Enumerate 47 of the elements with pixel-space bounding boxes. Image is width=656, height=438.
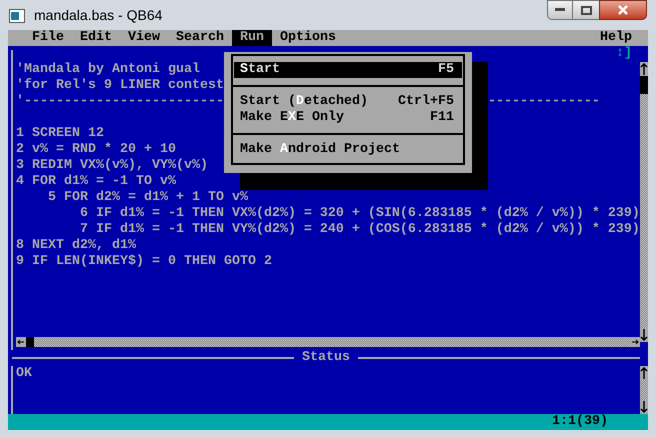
app-icon [9,9,25,23]
scroll-thumb[interactable] [26,337,34,347]
vertical-scrollbar[interactable] [640,366,648,414]
minimize-icon [555,8,565,12]
scroll-thumb[interactable] [640,76,648,94]
minimize-button[interactable] [547,0,573,20]
menu-option[interactable]: Make EXE Only F11 [234,110,462,126]
window-title: mandala.bas - QB64 [34,6,162,24]
close-button[interactable] [599,0,647,20]
menu-option[interactable]: Make Android Project [234,142,462,158]
code-line: 7 IF d1% = -1 THEN VY%(d2%) = 240 + (COS(6.283185 * (d2% / v%)) * 239) [78,222,640,238]
close-icon [617,5,629,15]
maximize-button[interactable] [573,0,599,20]
status-title: Status [301,350,351,366]
menu-item[interactable]: Options [272,30,344,46]
code-line: 3 REDIM VX%(v%), VY%(v%) [16,158,208,174]
right-arrow-icon[interactable] [631,338,639,346]
menu-item[interactable]: Edit [72,30,120,46]
code-line: 'for Rel's 9 LINER contest [16,78,224,94]
left-arrow-icon[interactable] [17,338,25,346]
code-line: 8 NEXT d2%, d1% [16,238,136,254]
menu-item[interactable]: Run [232,30,272,46]
menu-option[interactable]: Start (Detached) Ctrl+F5 [234,94,462,110]
code-line: 4 FOR d1% = -1 TO v% [16,174,176,190]
code-line: '------------------------- [16,94,224,110]
menu-item[interactable]: Search [168,30,232,46]
code-line: 6 IF d1% = -1 THEN VX%(d2%) = 320 + (SIN(6.283185 * (d2% / v%)) * 239) [78,206,640,222]
status-message: OK [16,366,32,381]
code-line: 1 SCREEN 12 [16,126,104,142]
menu-item[interactable]: File [24,30,72,46]
horizontal-scrollbar[interactable] [16,334,640,350]
code-line: 9 IF LEN(INKEY$) = 0 THEN GOTO 2 [16,254,272,270]
code-line: 5 FOR d2% = d1% + 1 TO v% [46,190,248,206]
code-line: -------------- [488,94,600,110]
code-line: 'Mandala by Antoni gual [16,62,200,78]
scroll-indicator: ↕] [616,46,632,62]
down-arrow-icon[interactable] [640,328,648,342]
maximize-icon [580,6,592,14]
up-arrow-icon[interactable] [640,62,648,76]
vertical-scrollbar[interactable] [640,62,648,342]
cursor-position: 1:1(39) [552,414,608,430]
down-arrow-icon[interactable] [640,400,648,414]
menu-item[interactable]: View [120,30,168,46]
code-line: 2 v% = RND * 20 + 10 [16,142,176,158]
menu-option[interactable]: Start F5 [234,62,462,78]
up-arrow-icon[interactable] [640,366,648,380]
menu-item[interactable]: Help [592,30,640,46]
